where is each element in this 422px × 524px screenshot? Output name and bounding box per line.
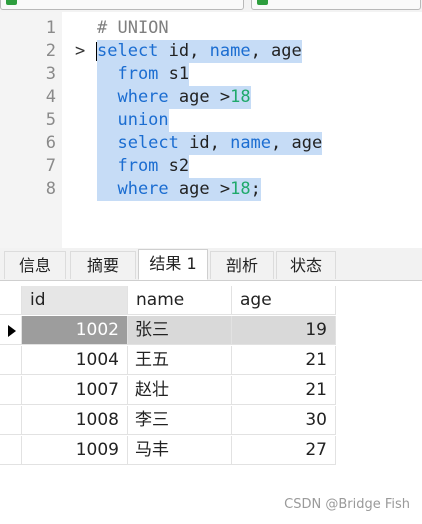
row-pointer-icon bbox=[8, 325, 16, 337]
watermark: CSDN @Bridge Fish bbox=[284, 497, 410, 512]
cell-name[interactable]: 马丰 bbox=[128, 436, 232, 465]
cell-age[interactable]: 19 bbox=[232, 316, 336, 345]
table-row[interactable]: 1002 张三 19 bbox=[0, 316, 336, 346]
grid-header-row: id name age bbox=[0, 286, 336, 316]
sql-keyword: where bbox=[97, 179, 169, 199]
sql-keyword: select bbox=[97, 41, 159, 61]
tab-info[interactable]: 信息 bbox=[4, 251, 66, 279]
cell-id[interactable]: 1007 bbox=[22, 376, 128, 405]
code-text: from s1 bbox=[97, 63, 190, 86]
code-line[interactable]: 3 from s1 bbox=[0, 63, 422, 86]
current-line-marker: > bbox=[75, 41, 86, 61]
code-text: select id, name, age bbox=[97, 40, 302, 63]
column-header-name[interactable]: name bbox=[128, 286, 232, 315]
line-number: 7 bbox=[45, 156, 56, 176]
cell-age[interactable]: 27 bbox=[232, 436, 336, 465]
sql-keyword: where bbox=[97, 87, 169, 107]
sql-keyword: union bbox=[97, 110, 169, 130]
code-text: # UNION bbox=[97, 17, 169, 40]
row-indicator[interactable] bbox=[0, 406, 22, 435]
cell-name[interactable]: 赵壮 bbox=[128, 376, 232, 405]
sql-text: id, bbox=[158, 41, 210, 61]
sql-number: 18 bbox=[230, 87, 251, 107]
row-indicator[interactable] bbox=[0, 436, 22, 465]
toolbar-button-stop[interactable] bbox=[251, 0, 421, 10]
code-line[interactable]: 1 # UNION bbox=[0, 17, 422, 40]
table-row[interactable]: 1009 马丰 27 bbox=[0, 436, 336, 466]
result-tabs: 信息 摘要 结果 1 剖析 状态 bbox=[0, 248, 422, 281]
tab-summary[interactable]: 摘要 bbox=[70, 251, 136, 279]
cell-name[interactable]: 李三 bbox=[128, 406, 232, 435]
sql-keyword: from bbox=[97, 156, 159, 176]
code-line[interactable]: 8 where age >18; bbox=[0, 178, 422, 201]
line-number: 8 bbox=[45, 179, 56, 199]
line-number: 5 bbox=[45, 110, 56, 130]
sql-keyword: name bbox=[230, 133, 272, 153]
sql-keyword: select bbox=[97, 133, 179, 153]
table-row[interactable]: 1004 王五 21 bbox=[0, 346, 336, 376]
cell-name[interactable]: 王五 bbox=[128, 346, 232, 375]
sql-text: age > bbox=[168, 179, 231, 199]
sql-text: s1 bbox=[158, 64, 190, 84]
tab-result-1[interactable]: 结果 1 bbox=[138, 249, 208, 280]
sql-keyword: name bbox=[209, 41, 251, 61]
table-row[interactable]: 1008 李三 30 bbox=[0, 406, 336, 436]
toolbar-button-run[interactable] bbox=[0, 0, 244, 10]
sql-editor[interactable]: 1 # UNION 2 > select id, name, age 3 from s1 4… bbox=[0, 12, 422, 248]
code-text: from s2 bbox=[97, 155, 190, 178]
row-indicator-header bbox=[0, 286, 22, 315]
row-indicator[interactable] bbox=[0, 346, 22, 375]
sql-text: ; bbox=[250, 179, 261, 199]
line-number: 1 bbox=[45, 18, 56, 38]
code-text: where age >18 bbox=[97, 86, 251, 109]
cell-id[interactable]: 1009 bbox=[22, 436, 128, 465]
cell-age[interactable]: 21 bbox=[232, 376, 336, 405]
column-header-age[interactable]: age bbox=[232, 286, 336, 315]
toolbar bbox=[0, 0, 422, 12]
row-indicator[interactable] bbox=[0, 316, 22, 345]
cell-id[interactable]: 1008 bbox=[22, 406, 128, 435]
code-text: union bbox=[97, 109, 169, 132]
line-number: 2 bbox=[45, 41, 56, 61]
sql-text: id, bbox=[178, 133, 231, 153]
row-indicator[interactable] bbox=[0, 376, 22, 405]
code-text: where age >18; bbox=[97, 178, 261, 201]
tab-status[interactable]: 状态 bbox=[276, 251, 336, 279]
table-row[interactable]: 1007 赵壮 21 bbox=[0, 376, 336, 406]
code-line[interactable]: 2 > select id, name, age bbox=[0, 40, 422, 63]
cell-id[interactable]: 1002 bbox=[22, 316, 128, 345]
code-line[interactable]: 7 from s2 bbox=[0, 155, 422, 178]
code-text: select id, name, age bbox=[97, 132, 323, 155]
sql-text: , age bbox=[271, 133, 323, 153]
cell-age[interactable]: 30 bbox=[232, 406, 336, 435]
cell-age[interactable]: 21 bbox=[232, 346, 336, 375]
cell-name[interactable]: 张三 bbox=[128, 316, 232, 345]
sql-text: s2 bbox=[158, 156, 190, 176]
column-header-id[interactable]: id bbox=[22, 286, 128, 315]
line-number: 3 bbox=[45, 64, 56, 84]
run-icon bbox=[6, 0, 17, 5]
sql-comment: # UNION bbox=[97, 18, 169, 38]
tab-profile[interactable]: 剖析 bbox=[210, 251, 274, 279]
code-line[interactable]: 4 where age >18 bbox=[0, 86, 422, 109]
code-line[interactable]: 5 union bbox=[0, 109, 422, 132]
stop-icon bbox=[257, 0, 268, 5]
line-number: 4 bbox=[45, 87, 56, 107]
line-number: 6 bbox=[45, 133, 56, 153]
sql-number: 18 bbox=[230, 179, 251, 199]
code-line[interactable]: 6 select id, name, age bbox=[0, 132, 422, 155]
sql-keyword: from bbox=[97, 64, 159, 84]
cell-id[interactable]: 1004 bbox=[22, 346, 128, 375]
sql-text: age > bbox=[168, 87, 231, 107]
sql-text: , age bbox=[250, 41, 302, 61]
